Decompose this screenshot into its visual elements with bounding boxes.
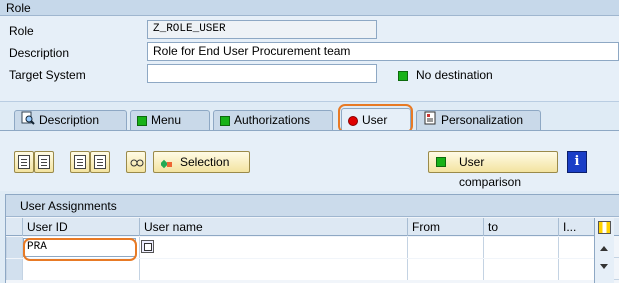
table-settings-icon (598, 221, 611, 234)
role-label: Role (9, 24, 34, 38)
description-field[interactable]: Role for End User Procurement team (147, 42, 619, 61)
user-id-input[interactable]: PRA (23, 238, 136, 257)
tab-menu[interactable]: Menu (130, 110, 210, 130)
tab-authorizations[interactable]: Authorizations (213, 110, 333, 130)
column-header-user-name[interactable]: User name (139, 218, 407, 236)
tab-description[interactable]: Description (14, 110, 127, 130)
column-header-user-id[interactable]: User ID (22, 218, 139, 236)
tab-menu-label: Menu (151, 113, 182, 127)
tab-user-label: User (362, 113, 388, 127)
insert-row-button[interactable] (14, 151, 34, 173)
select-all-button[interactable] (70, 151, 90, 173)
role-form-panel: Role Z_ROLE_USER Description Role for En… (0, 16, 619, 102)
table-row (6, 259, 619, 280)
tab-personalization[interactable]: Personalization (416, 110, 541, 130)
destination-status-text: No destination (416, 68, 493, 82)
role-field[interactable]: Z_ROLE_USER (147, 20, 377, 39)
row-selector[interactable] (6, 259, 22, 280)
table-row: PRA (6, 237, 619, 258)
deselect-all-button[interactable] (90, 151, 110, 173)
personalization-icon (423, 111, 437, 131)
select-all-icon (74, 155, 86, 169)
glasses-icon (130, 156, 144, 171)
role-header-title: Role (6, 1, 31, 15)
column-header-indicator[interactable]: I... (558, 218, 595, 236)
deselect-all-icon (94, 155, 106, 169)
info-button[interactable]: i (567, 151, 587, 173)
user-toolbar: Selection User comparison i (0, 131, 619, 191)
description-label: Description (9, 46, 70, 60)
column-header-from[interactable]: From (407, 218, 483, 236)
user-id-cell[interactable] (22, 259, 139, 280)
tab-user[interactable]: User (341, 108, 411, 132)
role-row: Role Z_ROLE_USER (0, 20, 619, 42)
insert-row-icon (18, 155, 30, 169)
destination-status: No destination (398, 68, 493, 82)
user-name-cell[interactable] (139, 237, 407, 258)
info-icon: i (574, 154, 580, 169)
delete-row-button[interactable] (34, 151, 54, 173)
indicator-cell[interactable] (558, 237, 595, 258)
target-system-row: Target System No destination (0, 64, 619, 86)
selection-button-label: Selection (180, 155, 230, 169)
role-header: Role (0, 0, 619, 16)
column-config-button[interactable] (594, 218, 614, 238)
delete-row-icon (38, 155, 50, 169)
description-row: Description Role for End User Procuremen… (0, 42, 619, 64)
to-cell[interactable] (483, 259, 558, 280)
value-help-icon[interactable] (141, 240, 154, 253)
vertical-scrollbar[interactable] (594, 238, 614, 283)
scroll-down-icon[interactable] (600, 264, 608, 269)
doc-search-icon (21, 111, 35, 131)
user-name-cell[interactable] (139, 259, 407, 280)
green-square-icon (436, 157, 446, 167)
user-assignments-table: User Assignments User ID User name From … (5, 194, 619, 283)
scroll-up-icon[interactable] (600, 246, 608, 251)
indicator-cell[interactable] (558, 259, 595, 280)
to-cell[interactable] (483, 237, 558, 258)
glasses-button[interactable] (126, 151, 146, 173)
green-square-icon (220, 115, 230, 126)
table-header: User ID User name From to I... (6, 218, 619, 236)
target-system-field[interactable] (147, 64, 377, 83)
column-header-to[interactable]: to (483, 218, 558, 236)
from-cell[interactable] (407, 259, 483, 280)
red-dot-icon (348, 115, 358, 126)
green-square-icon (137, 115, 147, 126)
tab-strip: Description Menu Authorizations User Per… (0, 102, 619, 132)
user-comparison-button[interactable]: User comparison (428, 151, 558, 189)
table-title: User Assignments (6, 195, 619, 217)
target-system-label: Target System (9, 68, 86, 82)
selection-icon (159, 157, 174, 177)
tab-authorizations-label: Authorizations (234, 113, 311, 127)
green-status-icon (398, 70, 408, 81)
row-selector[interactable] (6, 237, 22, 258)
tab-description-label: Description (39, 113, 100, 128)
from-cell[interactable] (407, 237, 483, 258)
tab-personalization-label: Personalization (441, 113, 524, 128)
user-comparison-label: User comparison (459, 155, 522, 189)
selection-button[interactable]: Selection (153, 151, 250, 173)
